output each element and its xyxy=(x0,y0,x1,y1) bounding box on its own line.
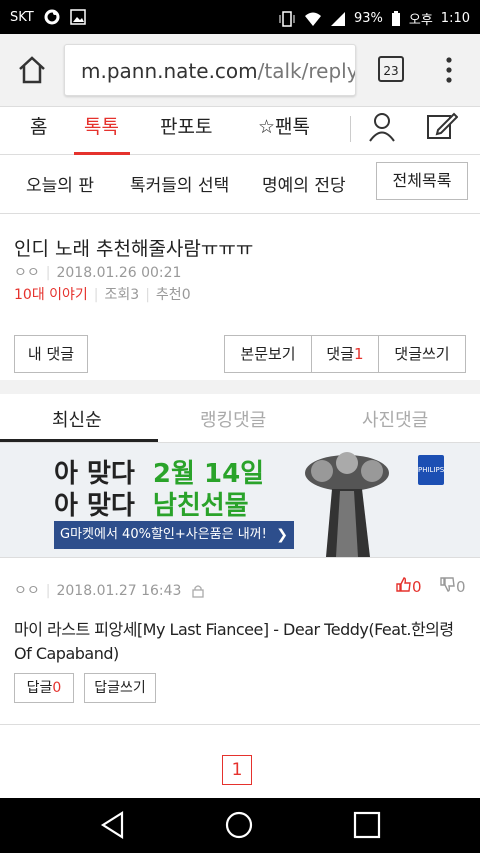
back-icon[interactable] xyxy=(98,810,128,840)
address-bar[interactable]: m.pann.nate.com/talk/reply xyxy=(64,44,356,96)
tab-switcher-button[interactable]: 23 xyxy=(378,56,404,82)
dislike-button[interactable]: 0 xyxy=(440,577,466,596)
main-navigation: 홈 톡톡 판포토 ☆팬톡 xyxy=(0,106,480,155)
write-comment-button[interactable]: 댓글쓰기 xyxy=(378,335,466,373)
system-nav-bar xyxy=(0,798,480,853)
comment-author[interactable]: ㅇㅇ xyxy=(14,583,40,599)
post-date: 2018.01.26 00:21 xyxy=(56,265,182,281)
home-circle-icon[interactable] xyxy=(224,810,254,840)
comment-meta: ㅇㅇ | 2018.01.27 16:43 xyxy=(14,580,204,600)
status-bar: SKT 93% 오후 1:10 xyxy=(0,0,480,34)
more-menu-icon[interactable] xyxy=(440,56,458,84)
nav-fantalk-label: 팬톡 xyxy=(275,116,311,138)
comments-count: 1 xyxy=(354,345,364,363)
ad-line2-b: 남친선물 xyxy=(152,491,249,521)
nav-divider xyxy=(350,116,351,142)
write-reply-button[interactable]: 답글쓰기 xyxy=(84,673,156,703)
comment-text: 마이 라스트 피앙세[My Last Fiancee] - Dear Teddy… xyxy=(14,620,454,663)
tab-active-indicator xyxy=(0,439,158,442)
nav-fantalk[interactable]: ☆팬톡 xyxy=(258,112,310,139)
time-period: 오후 xyxy=(408,13,433,28)
write-icon[interactable] xyxy=(426,110,458,142)
thumbs-up-icon xyxy=(396,577,411,592)
post-author[interactable]: ㅇㅇ xyxy=(14,265,40,281)
thumbs-down-icon xyxy=(440,577,455,592)
clock: 1:10 xyxy=(440,11,470,26)
reply-count: 0 xyxy=(52,680,62,696)
ad-brand: PHILIPS xyxy=(418,466,445,474)
post-meta: ㅇㅇ | 2018.01.26 00:21 xyxy=(14,265,182,281)
tab-ranking[interactable]: 랭킹댓글 xyxy=(200,406,266,432)
my-comments-button[interactable]: 내 댓글 xyxy=(14,335,88,373)
recommend-label: 추천 xyxy=(155,287,182,303)
nav-panphoto[interactable]: 판포토 xyxy=(160,112,212,139)
page-number-current[interactable]: 1 xyxy=(222,755,252,785)
ad-banner[interactable]: 아 맞다 2월 14일 아 맞다 남친선물 G마켓에서 40%할인+사은품은 내… xyxy=(0,443,480,558)
views-label: 조회 xyxy=(104,287,131,303)
tab-photo[interactable]: 사진댓글 xyxy=(362,406,428,432)
comments-label: 댓글 xyxy=(326,345,355,363)
nav-home[interactable]: 홈 xyxy=(30,112,47,139)
home-icon[interactable] xyxy=(16,54,48,86)
star-icon: ☆ xyxy=(258,116,276,138)
post-category[interactable]: 10대 이야기 xyxy=(14,287,88,303)
vibrate-icon xyxy=(279,10,295,27)
all-list-button[interactable]: 전체목록 xyxy=(376,162,468,200)
like-count: 0 xyxy=(412,578,422,596)
user-icon[interactable] xyxy=(368,112,396,142)
view-post-button[interactable]: 본문보기 xyxy=(224,335,312,373)
reply-label: 답글 xyxy=(26,680,53,696)
comments-count-button[interactable]: 댓글1 xyxy=(311,335,379,373)
lock-icon xyxy=(192,585,204,598)
reply-count-button[interactable]: 답글0 xyxy=(14,673,74,703)
battery-icon xyxy=(391,10,400,26)
comment-separator xyxy=(0,724,480,725)
philips-logo: PHILIPS xyxy=(418,455,444,485)
like-button[interactable]: 0 xyxy=(396,577,422,596)
post-title: 인디 노래 추천해줄사람ㅠㅠㅠ xyxy=(14,238,254,260)
image-notification-icon xyxy=(69,9,86,25)
nav-talk[interactable]: 톡톡 xyxy=(84,112,119,139)
sub-navigation: 오늘의 판 톡커들의 선택 명예의 전당 전체목록 xyxy=(0,155,480,214)
url-domain: m.pann.nate.com xyxy=(81,59,258,83)
carrier-label: SKT xyxy=(10,9,34,25)
recommend-count: 0 xyxy=(181,287,191,303)
tab-latest[interactable]: 최신순 xyxy=(52,406,102,432)
app-notification-icon xyxy=(44,9,60,25)
ad-promo-bar: G마켓에서 40%할인+사은품은 내꺼! ❯ xyxy=(54,521,294,549)
url-path: /talk/reply xyxy=(257,59,356,83)
subnav-choice[interactable]: 톡커들의 선택 xyxy=(130,171,229,196)
chevron-right-icon: ❯ xyxy=(276,527,288,543)
shaver-image xyxy=(305,452,389,557)
ad-line2-a: 아 맞다 xyxy=(54,491,135,521)
comment-date: 2018.01.27 16:43 xyxy=(56,583,182,599)
subnav-today[interactable]: 오늘의 판 xyxy=(26,171,94,196)
signal-icon xyxy=(330,11,345,26)
browser-toolbar: m.pann.nate.com/talk/reply 23 xyxy=(0,34,480,107)
subnav-fame[interactable]: 명예의 전당 xyxy=(262,171,346,196)
section-divider xyxy=(0,380,480,394)
comment-sort-tabs: 최신순 랭킹댓글 사진댓글 xyxy=(0,394,480,443)
views-count: 3 xyxy=(130,287,140,303)
post-stats: 10대 이야기 | 조회3 | 추천0 xyxy=(14,287,191,303)
ad-promo-text: G마켓에서 40%할인+사은품은 내꺼! xyxy=(60,527,267,542)
recent-apps-icon[interactable] xyxy=(352,810,382,840)
wifi-icon xyxy=(304,12,321,26)
dislike-count: 0 xyxy=(456,578,466,596)
battery-percent: 93% xyxy=(353,11,383,26)
